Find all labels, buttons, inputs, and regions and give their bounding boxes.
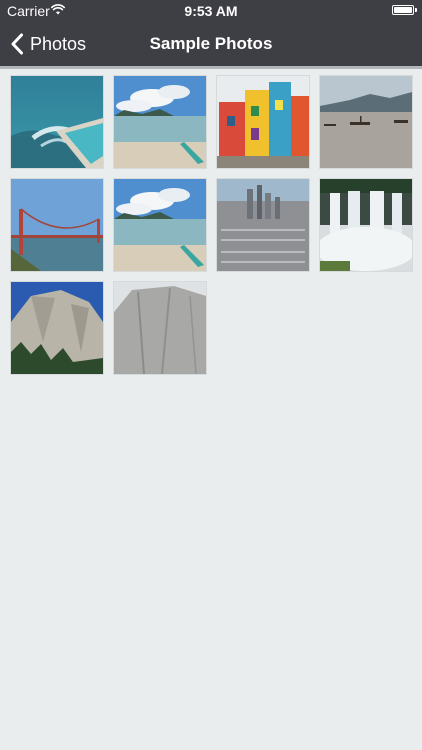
photo-thumbnail-granite-face[interactable] — [114, 282, 206, 374]
page-title: Sample Photos — [149, 34, 273, 53]
photo-thumbnail-granite-cliff[interactable] — [11, 282, 103, 374]
clock: 9:53 AM — [184, 3, 238, 19]
status-bar: Carrier 9:53 AM — [0, 0, 422, 22]
photo-thumbnail-city[interactable] — [217, 179, 309, 271]
photo-thumbnail-lake-boats[interactable] — [320, 76, 412, 168]
navigation-bar: Photos Sample Photos — [0, 22, 422, 66]
top-bar: Carrier 9:53 AM Photos Sample Photos — [0, 0, 422, 66]
photo-thumbnail-waterfall[interactable] — [320, 179, 412, 271]
photo-thumbnail-ocean-pool[interactable] — [11, 76, 103, 168]
photo-thumbnail-colorful-houses[interactable] — [217, 76, 309, 168]
photo-thumbnail-beach-kayak[interactable] — [114, 76, 206, 168]
photo-thumbnail-beach-kayak-2[interactable] — [114, 179, 206, 271]
nav-divider — [0, 66, 422, 69]
battery-icon — [392, 5, 417, 15]
photo-thumbnail-golden-gate[interactable] — [11, 179, 103, 271]
